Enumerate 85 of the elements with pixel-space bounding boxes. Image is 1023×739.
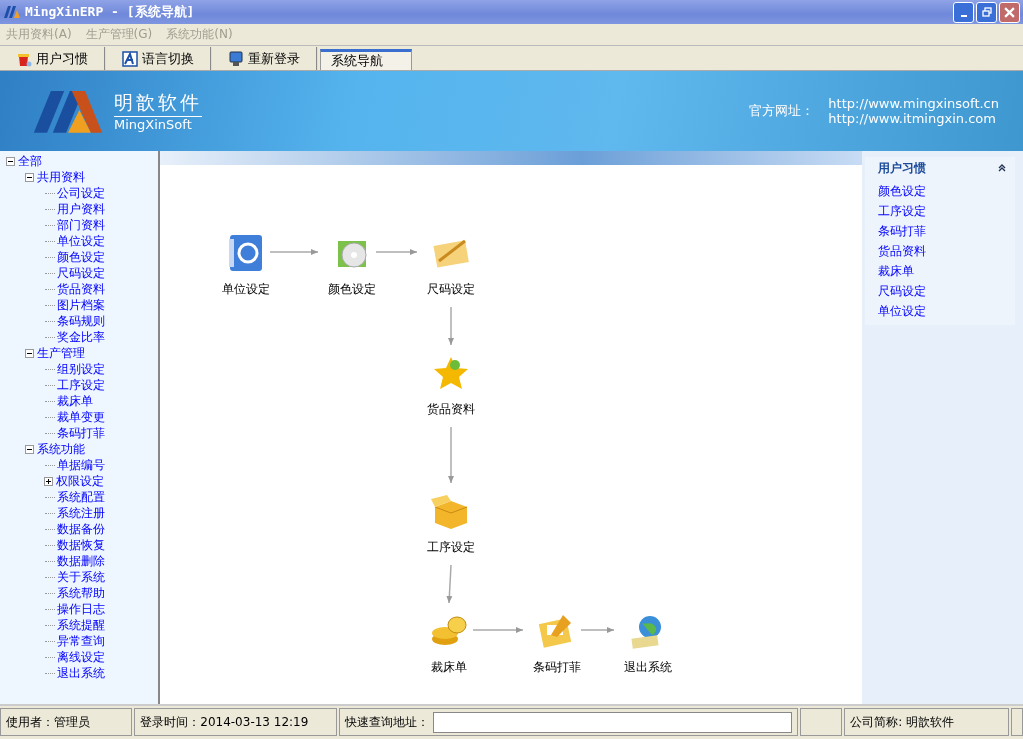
tree-item[interactable]: 全部 bbox=[18, 153, 42, 169]
navigation-tab[interactable]: 系统导航 bbox=[320, 49, 412, 70]
tree-item[interactable]: 公司设定 bbox=[57, 185, 105, 201]
tree-item[interactable]: 系统注册 bbox=[57, 505, 105, 521]
minimize-icon bbox=[960, 15, 967, 17]
flow-node-label[interactable]: 单位设定 bbox=[222, 281, 270, 298]
quick-link[interactable]: 尺码设定 bbox=[865, 281, 1015, 301]
brand-subtitle: MingXinSoft bbox=[114, 117, 193, 132]
tree-item[interactable]: 权限设定 bbox=[56, 473, 104, 489]
panel-title: 用户习惯 bbox=[878, 159, 926, 177]
flow-arrow bbox=[580, 627, 615, 633]
quick-link[interactable]: 条码打菲 bbox=[865, 221, 1015, 241]
expand-icon[interactable] bbox=[44, 476, 53, 486]
collapse-icon[interactable] bbox=[997, 163, 1007, 173]
brand-name: 明歆软件 bbox=[114, 90, 202, 117]
close-icon bbox=[1004, 6, 1015, 18]
flow-node-label[interactable]: 工序设定 bbox=[427, 539, 475, 556]
tree-item[interactable]: 离线设定 bbox=[57, 649, 105, 665]
flow-arrow bbox=[472, 627, 524, 633]
tree-item[interactable]: 共用资料 bbox=[37, 169, 85, 185]
flow-arrow bbox=[269, 249, 319, 255]
tree-item[interactable]: 颜色设定 bbox=[57, 249, 105, 265]
tree-item[interactable]: 异常查询 bbox=[57, 633, 105, 649]
flow-node-label[interactable]: 裁床单 bbox=[431, 659, 467, 676]
query-label: 快速查询地址： bbox=[345, 713, 430, 731]
quick-link[interactable]: 货品资料 bbox=[865, 241, 1015, 261]
collapse-icon[interactable] bbox=[25, 172, 34, 182]
tree-item[interactable]: 部门资料 bbox=[57, 217, 105, 233]
website-label: 官方网址： bbox=[749, 102, 815, 120]
tree-item[interactable]: 单据编号 bbox=[57, 457, 105, 473]
restore-icon bbox=[981, 7, 992, 17]
flow-arrow bbox=[448, 306, 454, 346]
tree-item[interactable]: 数据删除 bbox=[57, 553, 105, 569]
language-icon bbox=[122, 50, 138, 67]
tree-item[interactable]: 尺码设定 bbox=[57, 265, 105, 281]
restore-button[interactable] bbox=[976, 1, 997, 23]
tree-item[interactable]: 退出系统 bbox=[57, 665, 105, 681]
tree-item[interactable]: 货品资料 bbox=[57, 281, 105, 297]
tree-item[interactable]: 条码打菲 bbox=[57, 425, 105, 441]
user-status: 使用者：管理员 bbox=[0, 708, 133, 736]
tree-item[interactable]: 裁单变更 bbox=[57, 409, 105, 425]
tree-item[interactable]: 工序设定 bbox=[57, 377, 105, 393]
tree-item[interactable]: 系统提醒 bbox=[57, 617, 105, 633]
tree-item[interactable]: 单位设定 bbox=[57, 233, 105, 249]
tree-item[interactable]: 关于系统 bbox=[57, 569, 105, 585]
flow-node-label[interactable]: 货品资料 bbox=[427, 401, 475, 418]
app-logo-icon bbox=[3, 5, 21, 19]
tree-item[interactable]: 奖金比率 bbox=[57, 329, 105, 345]
quick-link[interactable]: 工序设定 bbox=[865, 201, 1015, 221]
tree-item[interactable]: 生产管理 bbox=[37, 345, 85, 361]
flow-node-label[interactable]: 条码打菲 bbox=[533, 659, 581, 676]
flow-node-label[interactable]: 颜色设定 bbox=[328, 281, 376, 298]
monitor-icon bbox=[228, 50, 244, 67]
tree-item[interactable]: 系统帮助 bbox=[57, 585, 105, 601]
tree-item[interactable]: 组别设定 bbox=[57, 361, 105, 377]
tree-item[interactable]: 数据恢复 bbox=[57, 537, 105, 553]
website-url: http://www.itmingxin.com bbox=[828, 111, 997, 126]
company-status: 公司简称: 明歆软件 bbox=[844, 708, 1009, 736]
website-url: http://www.mingxinsoft.cn bbox=[828, 96, 999, 111]
query-input[interactable] bbox=[433, 711, 792, 733]
status-panel bbox=[799, 708, 843, 736]
collapse-icon[interactable] bbox=[6, 156, 15, 166]
minimize-button[interactable] bbox=[953, 1, 974, 23]
tree-item[interactable]: 裁床单 bbox=[57, 393, 93, 409]
login-time-status: 登录时间：2014-03-13 12:19 bbox=[134, 708, 338, 736]
tree-item[interactable]: 系统功能 bbox=[37, 441, 85, 457]
collapse-icon[interactable] bbox=[25, 444, 34, 454]
collapse-icon[interactable] bbox=[25, 348, 34, 358]
tree-item[interactable]: 条码规则 bbox=[57, 313, 105, 329]
close-button[interactable] bbox=[999, 1, 1020, 23]
quick-link[interactable]: 裁床单 bbox=[865, 261, 1015, 281]
flow-arrow bbox=[446, 564, 453, 604]
tree-item[interactable]: 数据备份 bbox=[57, 521, 105, 537]
tree-item[interactable]: 操作日志 bbox=[57, 601, 105, 617]
tree-item[interactable]: 用户资料 bbox=[57, 201, 105, 217]
flow-node-label[interactable]: 退出系统 bbox=[624, 659, 672, 676]
window-title: MingXinERP - [系统导航] bbox=[25, 3, 195, 21]
flow-arrow bbox=[448, 426, 454, 484]
flow-node-label[interactable]: 尺码设定 bbox=[427, 281, 475, 298]
tree-item[interactable]: 系统配置 bbox=[57, 489, 105, 505]
tree-item[interactable]: 图片档案 bbox=[57, 297, 105, 313]
quick-link[interactable]: 颜色设定 bbox=[865, 181, 1015, 201]
status-panel bbox=[1011, 708, 1023, 736]
flow-arrow bbox=[375, 249, 418, 255]
quick-link[interactable]: 单位设定 bbox=[865, 301, 1015, 321]
